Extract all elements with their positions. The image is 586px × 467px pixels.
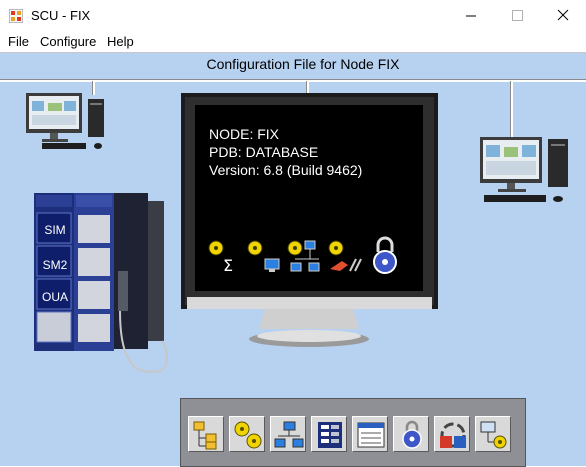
close-icon: [557, 9, 569, 21]
toolbar-button-4[interactable]: [352, 416, 388, 452]
monitor-task-icon[interactable]: [247, 239, 281, 275]
plc-module-sm2: SM2: [42, 258, 68, 272]
toolbar-button-0[interactable]: [188, 416, 224, 452]
toolbar-button-1[interactable]: [229, 416, 265, 452]
window-title: SCU - FIX: [31, 8, 91, 23]
toolbar-button-6[interactable]: [434, 416, 470, 452]
plc-module-oua: OUA: [41, 290, 68, 304]
toolbar-button-3[interactable]: [311, 416, 347, 452]
network-task-icon[interactable]: [287, 239, 323, 275]
menu-help[interactable]: Help: [107, 34, 134, 49]
node-name: NODE: FIX: [209, 126, 280, 142]
minimize-icon: [466, 15, 476, 17]
menu-configure[interactable]: Configure: [40, 34, 96, 49]
close-button[interactable]: [540, 0, 586, 32]
menu-file[interactable]: File: [8, 34, 29, 49]
maximize-button[interactable]: [494, 0, 540, 32]
workstation-right-icon: [480, 137, 568, 202]
toolbar-button-7[interactable]: [475, 416, 511, 452]
toolbar-button-5[interactable]: [393, 416, 429, 452]
security-icon: [402, 420, 422, 449]
title-bar: SCU - FIX: [0, 0, 586, 32]
main-toolbar: [180, 398, 526, 467]
scu-app-icon: [9, 9, 23, 23]
tasks-icon: [234, 421, 262, 449]
client-area: Configuration File for Node FIX SIM SM2 …: [0, 52, 586, 467]
plc-module-sim: SIM: [44, 223, 66, 237]
network-drop-center: [306, 81, 309, 93]
version-text: Version: 6.8 (Build 9462): [209, 162, 363, 178]
sql-icon: [440, 422, 466, 448]
config-file-title: Configuration File for Node FIX: [206, 56, 400, 72]
database-icon: [318, 422, 342, 448]
menu-bar: File Configure Help: [0, 32, 586, 52]
network-drop-right: [510, 81, 513, 137]
local-startup-icon: [480, 421, 507, 449]
workstation-left-icon: [26, 93, 104, 149]
pdb-name: PDB: DATABASE: [209, 144, 319, 160]
svg-text:Σ: Σ: [223, 256, 233, 275]
node-info: NODE: FIX PDB: DATABASE Version: 6.8 (Bu…: [209, 125, 362, 179]
network-icon: [274, 421, 304, 448]
folder-tree-icon: [193, 421, 217, 450]
security-lock-icon[interactable]: [370, 236, 400, 276]
sigma-task-icon[interactable]: Σ: [208, 239, 234, 275]
maximize-icon: [512, 10, 523, 21]
minimize-button[interactable]: [448, 0, 494, 32]
alarm-task-icon[interactable]: [328, 239, 364, 275]
toolbar-button-2[interactable]: [270, 416, 306, 452]
alarm-list-icon: [357, 422, 385, 448]
network-bus-line: [0, 79, 586, 82]
